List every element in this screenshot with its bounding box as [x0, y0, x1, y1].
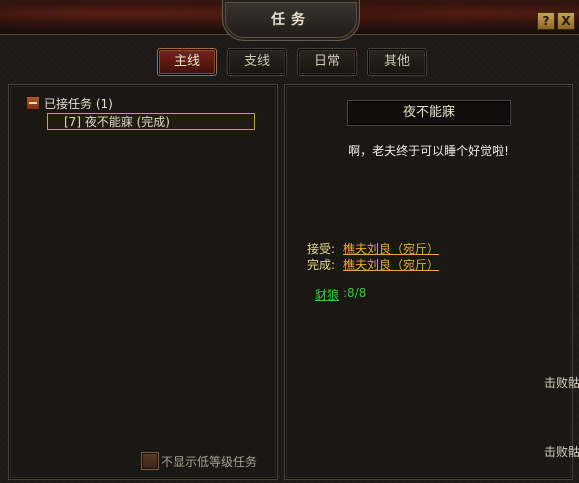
overflow-text: 击败骷: [544, 376, 579, 390]
hide-low-level-label: 不显示低等级任务: [161, 455, 258, 469]
complete-npc-link[interactable]: 樵夫刘良（宛斤）: [343, 256, 439, 273]
accept-npc-link[interactable]: 樵夫刘良（宛斤）: [343, 240, 439, 257]
close-button[interactable]: X: [557, 12, 575, 30]
quest-window: 任务 ? X 主线 支线 日常 其他 已接任务 (1) [7] 夜不能寐 (完成…: [0, 0, 579, 483]
hide-low-level-checkbox[interactable]: [141, 452, 159, 470]
objective-progress: :8/8: [343, 286, 367, 300]
tab-daily[interactable]: 日常: [297, 48, 357, 76]
objective-link[interactable]: 豺狼: [315, 286, 339, 303]
tab-main[interactable]: 主线: [157, 48, 217, 76]
tab-side[interactable]: 支线: [227, 48, 287, 76]
quest-title: 夜不能寐: [347, 100, 511, 126]
overflow-text: 击败骷: [544, 445, 579, 459]
quest-list-item[interactable]: [7] 夜不能寐 (完成): [47, 113, 255, 130]
help-button[interactable]: ?: [537, 12, 555, 30]
quest-dialogue: 啊，老夫终于可以睡个好觉啦!: [348, 144, 509, 158]
collapse-icon[interactable]: [26, 96, 40, 110]
complete-label: 完成:: [307, 258, 336, 272]
quest-list-panel: [8, 84, 278, 480]
window-title: 任务: [271, 12, 311, 28]
accept-label: 接受:: [307, 242, 336, 256]
title-plate: 任务: [222, 0, 360, 41]
tab-other[interactable]: 其他: [367, 48, 427, 76]
accepted-quests-group[interactable]: 已接任务 (1): [44, 95, 113, 112]
